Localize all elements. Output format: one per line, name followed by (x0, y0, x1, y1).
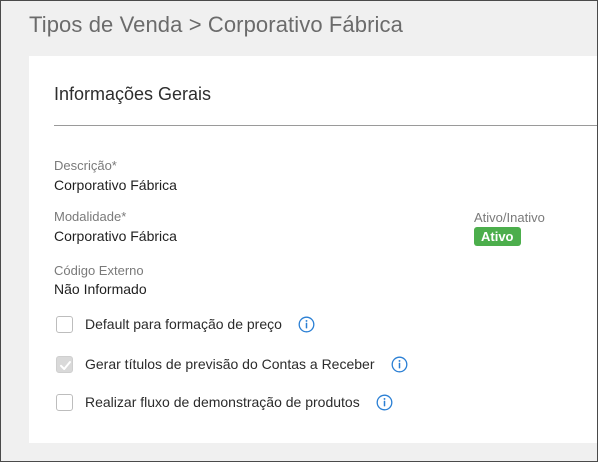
status-badge: Ativo (474, 227, 521, 246)
fluxo-demonstracao-label: Realizar fluxo de demonstração de produt… (85, 394, 360, 410)
info-icon[interactable] (376, 394, 393, 411)
info-icon[interactable] (298, 316, 315, 333)
option-gerar-titulos: Gerar títulos de previsão do Contas a Re… (56, 353, 408, 375)
modalidade-value: Corporativo Fábrica (54, 228, 177, 244)
descricao-value: Corporativo Fábrica (54, 177, 177, 193)
codigo-externo-value: Não Informado (54, 281, 147, 297)
gerar-titulos-checkbox[interactable] (56, 355, 73, 373)
gerar-titulos-label: Gerar títulos de previsão do Contas a Re… (85, 356, 375, 372)
fluxo-demonstracao-checkbox[interactable] (56, 393, 73, 411)
default-preco-label: Default para formação de preço (85, 316, 282, 332)
codigo-externo-label: Código Externo (54, 263, 144, 278)
modalidade-label: Modalidade* (54, 209, 127, 224)
option-default-preco: Default para formação de preço (56, 313, 315, 335)
descricao-label: Descrição* (54, 158, 117, 173)
info-icon[interactable] (391, 356, 408, 373)
section-title: Informações Gerais (54, 84, 212, 104)
checkmark-icon (60, 360, 71, 370)
section-divider (54, 125, 598, 126)
option-fluxo-demonstracao: Realizar fluxo de demonstração de produt… (56, 391, 393, 413)
default-preco-checkbox[interactable] (56, 315, 73, 333)
page-title: Tipos de Venda > Corporativo Fábrica (29, 12, 403, 37)
status-label: Ativo/Inativo (474, 210, 545, 225)
general-info-card: Informações Gerais Descrição* Corporativ… (29, 56, 598, 443)
